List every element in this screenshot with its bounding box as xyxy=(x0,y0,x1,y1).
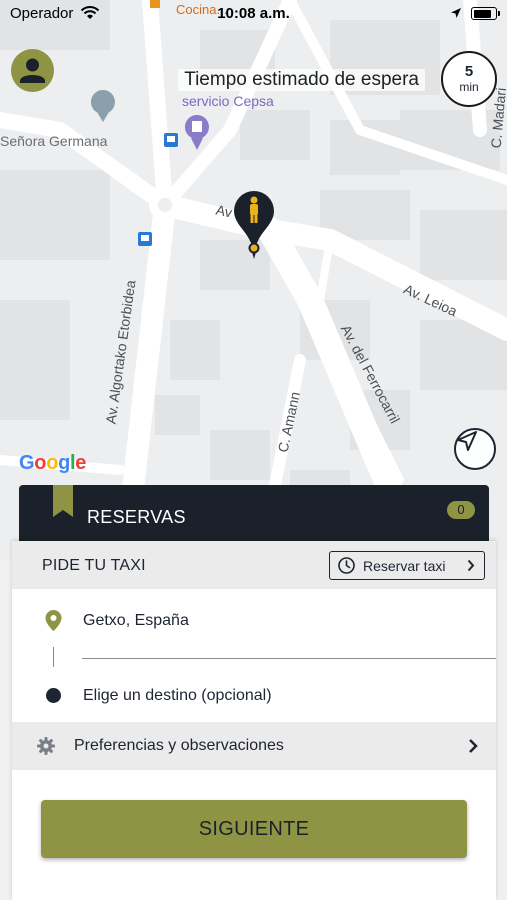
wait-time-unit: min xyxy=(459,80,479,94)
destination-placeholder: Elige un destino (opcional) xyxy=(83,687,272,704)
wait-time-indicator: 5 min xyxy=(441,51,497,107)
route-connector xyxy=(53,647,54,667)
reserve-taxi-button[interactable]: Reservar taxi xyxy=(329,551,485,580)
origin-value: Getxo, España xyxy=(83,612,189,629)
battery-icon xyxy=(471,7,500,20)
request-taxi-card: PIDE TU TAXI Reservar taxi Getxo, España… xyxy=(12,541,496,900)
gear-icon xyxy=(37,737,55,755)
next-button[interactable]: SIGUIENTE xyxy=(41,800,467,858)
status-bar: Operador 10:08 a.m. xyxy=(0,0,507,28)
clock-icon xyxy=(338,557,355,574)
navigation-arrow-icon xyxy=(457,431,477,451)
card-header: PIDE TU TAXI Reservar taxi xyxy=(12,541,496,589)
user-avatar-button[interactable] xyxy=(11,49,54,92)
field-divider xyxy=(82,658,496,659)
location-services-icon xyxy=(451,8,461,18)
reservas-bar[interactable]: RESERVAS 0 xyxy=(19,485,489,541)
bookmark-icon xyxy=(53,485,73,517)
card-title: PIDE TU TAXI xyxy=(42,557,146,574)
destination-field[interactable]: Elige un destino (opcional) xyxy=(12,676,496,716)
map-label-senora-germana: Señora Germana xyxy=(0,133,108,149)
google-logo: Google xyxy=(19,452,87,474)
user-avatar-icon xyxy=(20,58,45,83)
chevron-right-icon xyxy=(469,739,478,753)
status-time: 10:08 a.m. xyxy=(217,5,290,22)
origin-field[interactable]: Getxo, España xyxy=(12,601,496,641)
preferences-label: Preferencias y observaciones xyxy=(74,737,284,754)
location-pin-icon xyxy=(45,610,62,631)
chevron-right-icon xyxy=(467,559,475,572)
map-label-cepsa: servicio Cepsa xyxy=(182,93,274,109)
reserve-taxi-label: Reservar taxi xyxy=(363,558,446,574)
wait-time-label: Tiempo estimado de espera xyxy=(178,69,425,91)
wait-time-value: 5 xyxy=(464,63,474,80)
reservas-label: RESERVAS xyxy=(87,507,186,527)
reservas-count-badge: 0 xyxy=(447,501,475,519)
locate-me-button[interactable] xyxy=(454,428,496,470)
destination-dot-icon xyxy=(46,688,61,703)
map-label-av: Av xyxy=(214,201,234,221)
preferences-row[interactable]: Preferencias y observaciones xyxy=(12,722,496,770)
